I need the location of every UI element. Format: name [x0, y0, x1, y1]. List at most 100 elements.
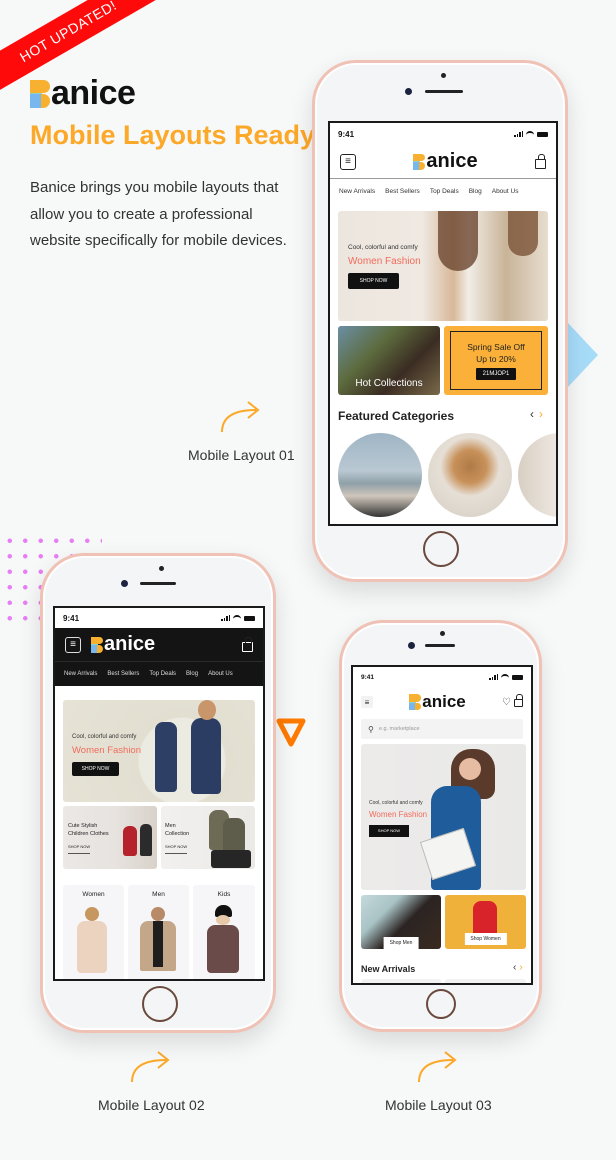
phone-screen: 9:41 ≡ anice ♡ ⚲ e.g. marketplace Cool, …	[351, 665, 533, 985]
shop-men-banner[interactable]: Shop Men	[361, 895, 441, 949]
shop-men-label[interactable]: Shop Men	[383, 937, 419, 949]
chevron-right-icon[interactable]: ›	[519, 962, 522, 973]
phone-screen: 9:41 ≡ anice New Arrivals Best Sellers T…	[328, 121, 558, 526]
hamburger-menu-icon[interactable]: ≡	[65, 636, 81, 653]
chevron-left-icon[interactable]: ‹	[513, 962, 516, 973]
shopping-bag-icon[interactable]	[513, 694, 524, 707]
shop-now-link[interactable]: SHOP NOW	[165, 843, 188, 854]
heart-icon[interactable]: ♡	[502, 697, 511, 708]
home-button[interactable]	[423, 531, 459, 567]
new-arrivals-title: New Arrivals	[361, 964, 416, 974]
banner-subtitle: Cool, colorful and comfy	[348, 244, 418, 251]
promo-code[interactable]: 21MJOP1	[475, 367, 517, 380]
nav-item-blog[interactable]: Blog	[186, 671, 198, 677]
brand-b-mark-icon	[30, 79, 50, 108]
brand-b-mark-icon	[91, 636, 103, 653]
nav-item-new-arrivals[interactable]: New Arrivals	[64, 671, 97, 677]
category-card-kids[interactable]: Kids	[193, 885, 255, 979]
children-clothes-promo[interactable]: Cute Stylish Children Clothes SHOP NOW	[63, 806, 157, 869]
hero-banner-image[interactable]: Cool, colorful and comfy Women Fashion S…	[361, 744, 526, 890]
banner-title: Women Fashion	[72, 745, 141, 756]
category-label: Kids	[217, 891, 231, 898]
hero-banner-image[interactable]: Cool, colorful and comfy Women Fashion S…	[63, 700, 255, 802]
hot-collections-label: Hot Collections	[355, 378, 423, 389]
phone-camera-icon	[408, 642, 415, 649]
promo-title-line-1: Cute Stylish	[68, 823, 98, 829]
app-logo[interactable]: anice	[91, 633, 155, 656]
shop-women-banner[interactable]: Shop Women	[445, 895, 526, 949]
phone-screen: 9:41 ≡ anice New Arrivals Best Sellers T…	[53, 606, 265, 981]
search-input[interactable]: ⚲ e.g. marketplace	[361, 719, 523, 739]
home-button[interactable]	[142, 986, 178, 1022]
wifi-icon	[501, 674, 509, 680]
promo-title-line-2: Collection	[165, 831, 190, 837]
category-card-men[interactable]: Men	[128, 885, 189, 979]
product-card[interactable]	[361, 979, 441, 983]
nav-item-about-us[interactable]: About Us	[492, 188, 519, 195]
home-button[interactable]	[426, 989, 456, 1019]
phone-speaker	[425, 644, 455, 647]
nav-item-top-deals[interactable]: Top Deals	[430, 188, 459, 195]
shop-now-button[interactable]: SHOP NOW	[369, 824, 409, 837]
status-time: 9:41	[63, 613, 80, 623]
nav-item-top-deals[interactable]: Top Deals	[149, 671, 176, 677]
promo-line-2: Up to 20%	[476, 353, 516, 364]
signal-icon	[221, 615, 230, 621]
chevron-right-icon[interactable]: ›	[539, 407, 543, 421]
wifi-icon	[526, 131, 534, 137]
phone-camera-icon	[121, 580, 128, 587]
page-headline: Mobile Layouts Ready!	[30, 120, 325, 150]
wifi-icon	[233, 615, 241, 621]
category-circle[interactable]	[518, 433, 556, 517]
category-circle[interactable]	[428, 433, 512, 517]
shop-now-link[interactable]: SHOP NOW	[68, 843, 91, 854]
spring-sale-promo[interactable]: Spring Sale Off Up to 20% 21MJOP1	[444, 326, 548, 395]
nav-item-about-us[interactable]: About Us	[208, 671, 233, 677]
brand-name: anice	[51, 74, 136, 112]
status-bar: 9:41	[330, 123, 556, 145]
caption-layout-02: Mobile Layout 02	[98, 1097, 205, 1113]
banner-title: Women Fashion	[348, 256, 421, 267]
status-time: 9:41	[361, 673, 375, 681]
orange-triangle-decoration	[276, 718, 306, 747]
phone-mockup-layout-02: 9:41 ≡ anice New Arrivals Best Sellers T…	[40, 553, 276, 1033]
phone-mockup-layout-01: 9:41 ≡ anice New Arrivals Best Sellers T…	[312, 60, 568, 582]
men-collection-promo[interactable]: Men Collection SHOP NOW	[161, 806, 255, 869]
shop-women-label[interactable]: Shop Women	[464, 933, 507, 945]
product-card[interactable]	[445, 979, 526, 983]
search-icon: ⚲	[368, 724, 374, 734]
shopping-bag-icon[interactable]	[242, 636, 253, 652]
battery-icon	[512, 674, 523, 680]
app-logo[interactable]: anice	[413, 150, 478, 173]
signal-icon	[489, 674, 498, 680]
signal-icon	[514, 131, 523, 137]
shop-now-button[interactable]: SHOP NOW	[72, 762, 119, 776]
hamburger-menu-icon[interactable]: ≡	[361, 696, 373, 708]
hero-banner-image[interactable]: Cool, colorful and comfy Women Fashion S…	[338, 211, 548, 321]
category-label: Women	[82, 891, 105, 898]
phone-sensor	[441, 73, 446, 78]
nav-item-best-sellers[interactable]: Best Sellers	[107, 671, 139, 677]
phone-speaker	[425, 90, 463, 93]
phone-camera-icon	[405, 88, 412, 95]
category-circle[interactable]	[338, 433, 422, 517]
status-time: 9:41	[338, 129, 355, 139]
nav-item-blog[interactable]: Blog	[469, 188, 482, 195]
hot-collections-banner[interactable]: Hot Collections	[338, 326, 440, 395]
category-card-women[interactable]: Women	[63, 885, 124, 979]
brand-b-mark-icon	[413, 153, 426, 170]
app-header: ≡ anice ♡	[353, 687, 531, 717]
shop-now-button[interactable]: SHOP NOW	[348, 273, 399, 289]
nav-item-new-arrivals[interactable]: New Arrivals	[339, 188, 375, 195]
app-header: ≡ anice	[55, 628, 263, 662]
caption-layout-01: Mobile Layout 01	[188, 447, 295, 463]
curved-arrow-icon	[418, 1051, 457, 1083]
search-placeholder: e.g. marketplace	[378, 726, 420, 732]
hamburger-menu-icon[interactable]: ≡	[340, 153, 356, 170]
nav-item-best-sellers[interactable]: Best Sellers	[385, 188, 420, 195]
banner-subtitle: Cool, colorful and comfy	[369, 800, 423, 806]
chevron-left-icon[interactable]: ‹	[530, 407, 534, 421]
promo-line-1: Spring Sale Off	[467, 341, 525, 352]
shopping-bag-icon[interactable]	[535, 153, 546, 169]
app-logo[interactable]: anice	[409, 692, 466, 712]
